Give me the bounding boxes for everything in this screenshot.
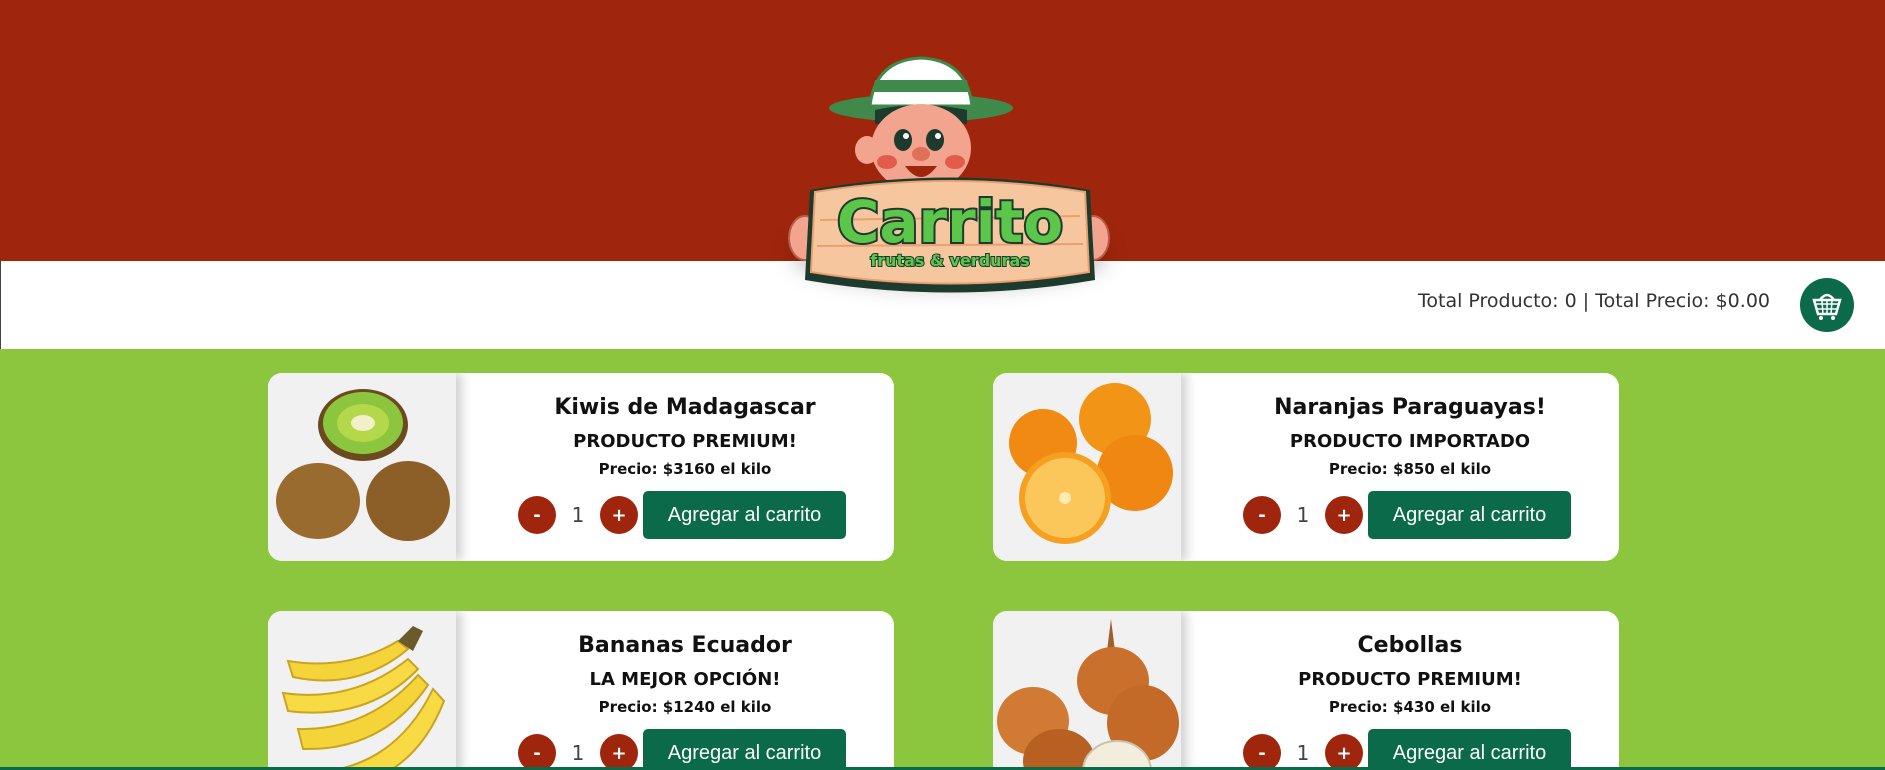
add-to-cart-button[interactable]: Agregar al carrito xyxy=(643,729,846,770)
product-price: Precio: $1240 el kilo xyxy=(598,698,772,716)
quantity-value: 1 xyxy=(571,503,585,527)
increment-button[interactable]: + xyxy=(1325,496,1363,534)
product-tag: LA MEJOR OPCIÓN! xyxy=(589,669,781,690)
add-to-cart-button[interactable]: Agregar al carrito xyxy=(1368,491,1571,539)
increment-button[interactable]: + xyxy=(600,496,638,534)
add-to-cart-button[interactable]: Agregar al carrito xyxy=(1368,729,1571,770)
quantity-stepper: - 1 + Agregar al carrito xyxy=(518,729,846,770)
product-price: Precio: $430 el kilo xyxy=(1328,698,1492,716)
product-tag: PRODUCTO PREMIUM! xyxy=(573,431,797,452)
decrement-button[interactable]: - xyxy=(1243,496,1281,534)
product-tag: PRODUCTO PREMIUM! xyxy=(1298,669,1522,690)
orange-image xyxy=(993,373,1181,561)
quantity-stepper: - 1 + Agregar al carrito xyxy=(1243,729,1571,770)
quantity-value: 1 xyxy=(1296,503,1310,527)
product-tag: PRODUCTO IMPORTADO xyxy=(1289,431,1531,452)
product-name: Cebollas xyxy=(1357,633,1463,658)
product-price: Precio: $3160 el kilo xyxy=(598,460,772,478)
product-name: Naranjas Paraguayas! xyxy=(1274,395,1546,420)
quantity-value: 1 xyxy=(1296,741,1310,765)
decrement-button[interactable]: - xyxy=(1243,734,1281,770)
cart-button[interactable] xyxy=(1800,278,1854,332)
increment-button[interactable]: + xyxy=(600,734,638,770)
svg-text:frutas & verduras: frutas & verduras xyxy=(870,251,1030,270)
onion-image xyxy=(993,611,1181,770)
carrito-logo[interactable]: Carrito frutas & verduras xyxy=(775,40,1125,300)
quantity-value: 1 xyxy=(571,741,585,765)
quantity-stepper: - 1 + Agregar al carrito xyxy=(1243,491,1571,539)
add-to-cart-button[interactable]: Agregar al carrito xyxy=(643,491,846,539)
decrement-button[interactable]: - xyxy=(518,496,556,534)
product-card: Cebollas PRODUCTO PREMIUM! Precio: $430 … xyxy=(993,611,1619,770)
product-card: Bananas Ecuador LA MEJOR OPCIÓN! Precio:… xyxy=(268,611,894,770)
product-card: Kiwis de Madagascar PRODUCTO PREMIUM! Pr… xyxy=(268,373,894,561)
increment-button[interactable]: + xyxy=(1325,734,1363,770)
basket-icon xyxy=(1812,293,1842,320)
svg-text:Carrito: Carrito xyxy=(837,188,1063,256)
product-card: Naranjas Paraguayas! PRODUCTO IMPORTADO … xyxy=(993,373,1619,561)
cart-totals: Total Producto: 0 | Total Precio: $0.00 xyxy=(1418,290,1770,312)
logo-mascot-icon: Carrito frutas & verduras xyxy=(788,56,1110,293)
product-name: Kiwis de Madagascar xyxy=(554,395,816,420)
quantity-stepper: - 1 + Agregar al carrito xyxy=(518,491,846,539)
decrement-button[interactable]: - xyxy=(518,734,556,770)
product-price: Precio: $850 el kilo xyxy=(1328,460,1492,478)
banana-image xyxy=(268,611,456,770)
kiwi-image xyxy=(268,373,456,561)
product-name: Bananas Ecuador xyxy=(578,633,792,658)
